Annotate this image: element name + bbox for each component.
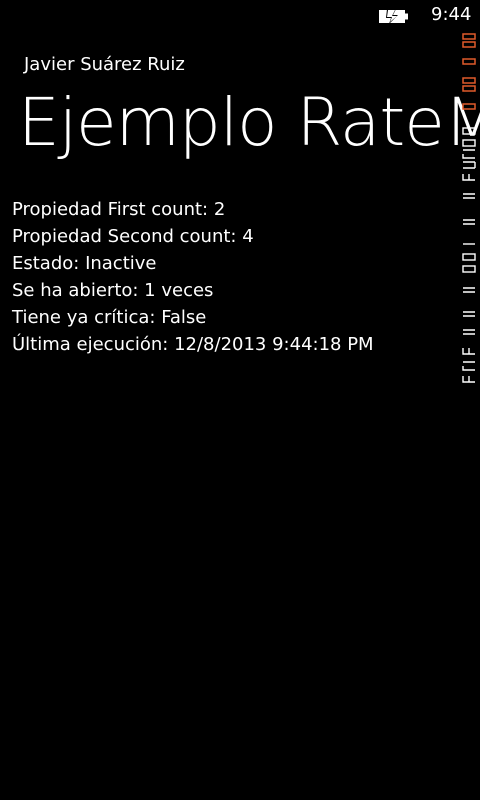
first-count-row: Propiedad First count: 2 — [12, 199, 226, 220]
battery-charging-icon — [379, 9, 408, 24]
frame-rate-counter — [460, 28, 480, 398]
frame-counter-white-segments — [462, 127, 476, 383]
status-bar: 9:44 — [0, 0, 480, 32]
phone-screen: 9:44 Javier Suárez Ruiz Ejemplo RateMy P… — [0, 0, 480, 800]
frame-rate-counter-graphic — [462, 33, 476, 383]
status-clock: 9:44 — [431, 4, 472, 25]
app-title: Javier Suárez Ruiz — [24, 54, 185, 75]
second-count-row: Propiedad Second count: 4 — [12, 226, 254, 247]
page-title: Ejemplo RateMy — [18, 84, 480, 161]
state-row: Estado: Inactive — [12, 253, 157, 274]
info-list: Propiedad First count: 2 Propiedad Secon… — [12, 196, 456, 358]
last-execution-row: Última ejecución: 12/8/2013 9:44:18 PM — [12, 334, 374, 355]
review-status-row: Tiene ya crítica: False — [12, 307, 207, 328]
opened-count-row: Se ha abierto: 1 veces — [12, 280, 214, 301]
frame-counter-red-blocks — [462, 33, 476, 110]
